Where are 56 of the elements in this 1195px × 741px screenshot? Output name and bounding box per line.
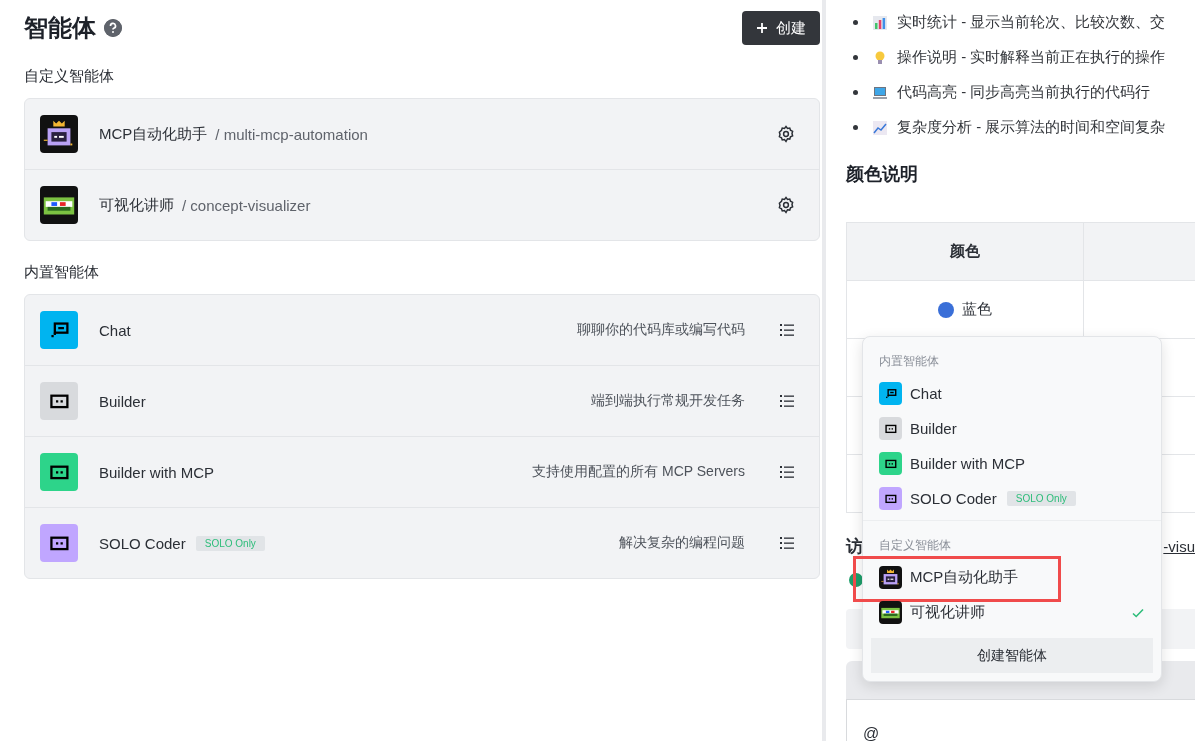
bar-chart-icon bbox=[872, 14, 888, 31]
avatar-icon bbox=[879, 566, 902, 589]
bullet-text: 复杂度分析 - 展示算法的时间和空间复杂 bbox=[897, 118, 1166, 137]
menu-item[interactable]: Chat bbox=[863, 376, 1161, 411]
list-icon[interactable] bbox=[779, 322, 795, 338]
menu-section-label: 内置智能体 bbox=[878, 353, 940, 370]
menu-item[interactable]: 可视化讲师 bbox=[863, 595, 1161, 630]
solo-badge: SOLO Only bbox=[195, 535, 265, 551]
link[interactable]: -visu bbox=[1163, 537, 1195, 555]
agent-name: Chat bbox=[99, 321, 131, 339]
section-label: 内置智能体 bbox=[24, 263, 100, 282]
agent-slug: / concept-visualizer bbox=[182, 196, 311, 214]
menu-section-label: 自定义智能体 bbox=[878, 537, 952, 554]
menu-item[interactable]: SOLO Coder SOLO Only bbox=[863, 481, 1161, 516]
agent-description: 解决复杂的编程问题 bbox=[619, 534, 745, 552]
avatar-icon bbox=[40, 115, 78, 153]
plus-icon bbox=[756, 22, 768, 34]
settings-icon[interactable] bbox=[777, 196, 795, 214]
menu-item[interactable]: MCP自动化助手 bbox=[863, 560, 1161, 595]
bullet-text: 代码高亮 - 同步高亮当前执行的代码行 bbox=[897, 83, 1151, 102]
list-icon[interactable] bbox=[779, 535, 795, 551]
help-icon[interactable] bbox=[104, 19, 122, 37]
bullet-dot bbox=[853, 125, 858, 130]
section-label: 自定义智能体 bbox=[24, 67, 115, 86]
list-icon[interactable] bbox=[779, 393, 795, 409]
agent-name: MCP自动化助手 bbox=[99, 124, 208, 144]
agent-description: 聊聊你的代码库或编写代码 bbox=[577, 321, 745, 339]
create-button[interactable]: 创建 bbox=[742, 11, 820, 45]
menu-item[interactable]: Builder with MCP bbox=[863, 446, 1161, 481]
avatar-icon bbox=[40, 186, 78, 224]
table-cell: 蓝色 bbox=[962, 300, 992, 319]
agent-name: Builder bbox=[99, 392, 146, 410]
bullet-dot bbox=[853, 20, 858, 25]
line-chart-icon bbox=[872, 119, 888, 136]
agent-description: 端到端执行常规开发任务 bbox=[591, 392, 745, 410]
create-agent-button[interactable]: 创建智能体 bbox=[871, 638, 1153, 673]
agent-name: Builder with MCP bbox=[99, 463, 215, 481]
section-heading: 颜色说明 bbox=[846, 163, 919, 186]
column-header: 颜色 bbox=[950, 242, 980, 259]
bullet-text: 操作说明 - 实时解释当前正在执行的操作 bbox=[897, 48, 1166, 67]
laptop-icon bbox=[872, 84, 888, 101]
section-heading: 访 bbox=[846, 535, 863, 558]
bullet-text: 实时统计 - 显示当前轮次、比较次数、交 bbox=[897, 13, 1166, 32]
agent-name: 可视化讲师 bbox=[99, 195, 174, 215]
solo-badge: SOLO Only bbox=[1006, 491, 1076, 506]
chat-input-field[interactable]: @ bbox=[846, 699, 1195, 741]
menu-item[interactable]: Builder bbox=[863, 411, 1161, 446]
agent-description: 支持使用配置的所有 MCP Servers bbox=[532, 463, 745, 481]
settings-icon[interactable] bbox=[777, 125, 795, 143]
bullet-dot bbox=[853, 90, 858, 95]
bullet-dot bbox=[853, 55, 858, 60]
agent-name: SOLO Coder bbox=[99, 534, 186, 552]
agent-slug: / multi-mcp-automation bbox=[215, 125, 368, 143]
list-icon[interactable] bbox=[779, 464, 795, 480]
page-title: 智能体 bbox=[24, 13, 96, 43]
avatar-icon bbox=[879, 601, 902, 624]
